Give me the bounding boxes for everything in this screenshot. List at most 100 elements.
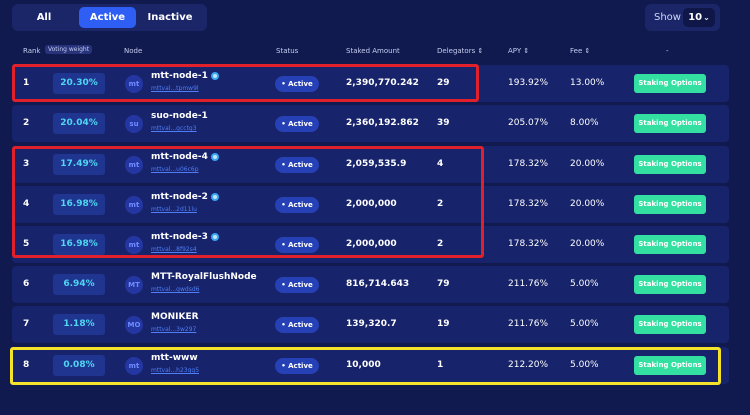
voting-weight-badge: 20.30%	[53, 73, 105, 94]
apy-cell: 178.32%	[508, 199, 549, 209]
node-avatar: MO	[125, 316, 143, 334]
node-name-text: mtt-www	[151, 353, 198, 363]
staking-options-button[interactable]: Staking Options	[634, 315, 706, 334]
delegators-cell: 79	[437, 279, 450, 289]
delegators-cell: 29	[437, 78, 450, 88]
header-actions: -	[666, 47, 669, 55]
node-address-link[interactable]: mttval...2d11lu	[151, 206, 197, 213]
status-badge: • Active	[275, 237, 319, 253]
delegators-cell: 39	[437, 118, 450, 128]
node-avatar: su	[125, 115, 143, 133]
header-node: Node	[124, 47, 143, 55]
staking-options-button[interactable]: Staking Options	[634, 275, 706, 294]
node-address-link[interactable]: mttval...tpmw9l	[151, 85, 199, 92]
node-avatar: mt	[125, 75, 143, 93]
node-name: mtt-node-2	[151, 192, 219, 202]
verified-badge-icon	[210, 71, 219, 80]
fee-cell: 8.00%	[570, 118, 599, 128]
delegators-cell: 2	[437, 239, 444, 249]
staked-amount-cell: 2,000,000	[346, 199, 397, 209]
tab-active[interactable]: Active	[79, 7, 136, 28]
table-row: 6 6.94% MT MTT-RoyalFlushNode mttval...gwdsd…	[12, 266, 729, 303]
staked-amount-cell: 2,000,000	[346, 239, 397, 249]
verified-badge-icon	[210, 152, 219, 161]
node-name-text: mtt-node-3	[151, 232, 208, 242]
header-fee[interactable]: Fee ⇕	[570, 47, 590, 55]
rank-cell: 5	[23, 239, 30, 249]
fee-cell: 20.00%	[570, 159, 605, 169]
node-address-link[interactable]: mttval...u06c6p	[151, 166, 199, 173]
chevron-down-icon: ⌄	[703, 13, 710, 22]
apy-cell: 211.76%	[508, 279, 549, 289]
apy-cell: 211.76%	[508, 319, 549, 329]
rank-cell: 3	[23, 159, 30, 169]
table-row: 4 16.98% mt mtt-node-2 mttval...2d11lu • Acti…	[12, 186, 729, 223]
fee-cell: 5.00%	[570, 279, 599, 289]
staking-options-button[interactable]: Staking Options	[634, 155, 706, 174]
apy-cell: 205.07%	[508, 118, 549, 128]
status-badge: • Active	[275, 358, 319, 374]
table-row: 7 1.18% MO MONIKER mttval...3w297 • Active 139…	[12, 306, 729, 343]
status-badge: • Active	[275, 157, 319, 173]
table-row: 3 17.49% mt mtt-node-4 mttval...u06c6p • Acti…	[12, 146, 729, 183]
tab-inactive[interactable]: Inactive	[144, 7, 196, 28]
fee-cell: 5.00%	[570, 319, 599, 329]
staking-options-button[interactable]: Staking Options	[634, 114, 706, 133]
node-address-link[interactable]: mttval...h23qg5	[151, 367, 199, 374]
node-name: suo-node-1	[151, 111, 208, 121]
apy-cell: 193.92%	[508, 78, 549, 88]
node-name: MTT-RoyalFlushNode	[151, 272, 257, 282]
delegators-cell: 19	[437, 319, 450, 329]
table-row: 2 20.04% su suo-node-1 mttval...gcctg3 • Acti…	[12, 105, 729, 142]
header-staked-amount: Staked Amount	[346, 47, 400, 55]
rank-cell: 6	[23, 279, 30, 289]
voting-weight-badge: 17.49%	[53, 154, 105, 175]
apy-cell: 178.32%	[508, 239, 549, 249]
page-size-control: Show 10⌄	[645, 4, 720, 31]
node-address-link[interactable]: mttval...gwdsd6	[151, 286, 199, 293]
node-address-link[interactable]: mttval...3w297	[151, 326, 196, 333]
rank-cell: 4	[23, 199, 30, 209]
fee-cell: 20.00%	[570, 199, 605, 209]
status-badge: • Active	[275, 76, 319, 92]
status-badge: • Active	[275, 197, 319, 213]
apy-cell: 212.20%	[508, 360, 549, 370]
node-avatar: mt	[125, 236, 143, 254]
node-name: mtt-www	[151, 353, 198, 363]
node-avatar: mt	[125, 156, 143, 174]
staked-amount-cell: 816,714.643	[346, 279, 410, 289]
delegators-cell: 4	[437, 159, 444, 169]
header-delegators[interactable]: Delegators ⇕	[437, 47, 483, 55]
node-name-text: mtt-node-4	[151, 152, 208, 162]
voting-weight-badge: 16.98%	[53, 194, 105, 215]
node-name: mtt-node-1	[151, 71, 219, 81]
page-size-select[interactable]: 10⌄	[683, 8, 715, 27]
node-avatar: mt	[125, 357, 143, 375]
node-address-link[interactable]: mttval...gcctg3	[151, 125, 197, 132]
node-name: MONIKER	[151, 312, 199, 322]
table-row: 5 16.98% mt mtt-node-3 mttval...8f92s4 • Acti…	[12, 226, 729, 263]
node-avatar: MT	[125, 276, 143, 294]
fee-cell: 13.00%	[570, 78, 605, 88]
staked-amount-cell: 2,360,192.862	[346, 118, 419, 128]
staking-options-button[interactable]: Staking Options	[634, 195, 706, 214]
status-filter-bar: All Active Inactive	[12, 4, 207, 31]
tab-all[interactable]: All	[20, 7, 68, 28]
node-name: mtt-node-3	[151, 232, 219, 242]
node-address-link[interactable]: mttval...8f92s4	[151, 246, 197, 253]
staking-options-button[interactable]: Staking Options	[634, 356, 706, 375]
header-apy[interactable]: APY ⇕	[508, 47, 529, 55]
verified-badge-icon	[210, 232, 219, 241]
staking-options-button[interactable]: Staking Options	[634, 235, 706, 254]
node-name-text: mtt-node-2	[151, 192, 208, 202]
show-label: Show	[654, 12, 681, 23]
status-badge: • Active	[275, 317, 319, 333]
staked-amount-cell: 10,000	[346, 360, 381, 370]
status-badge: • Active	[275, 277, 319, 293]
delegators-cell: 1	[437, 360, 444, 370]
node-name-text: MONIKER	[151, 312, 199, 322]
status-badge: • Active	[275, 116, 319, 132]
staking-options-button[interactable]: Staking Options	[634, 74, 706, 93]
node-name-text: mtt-node-1	[151, 71, 208, 81]
table-row: 8 0.08% mt mtt-www mttval...h23qg5 • Active 10…	[12, 347, 729, 384]
